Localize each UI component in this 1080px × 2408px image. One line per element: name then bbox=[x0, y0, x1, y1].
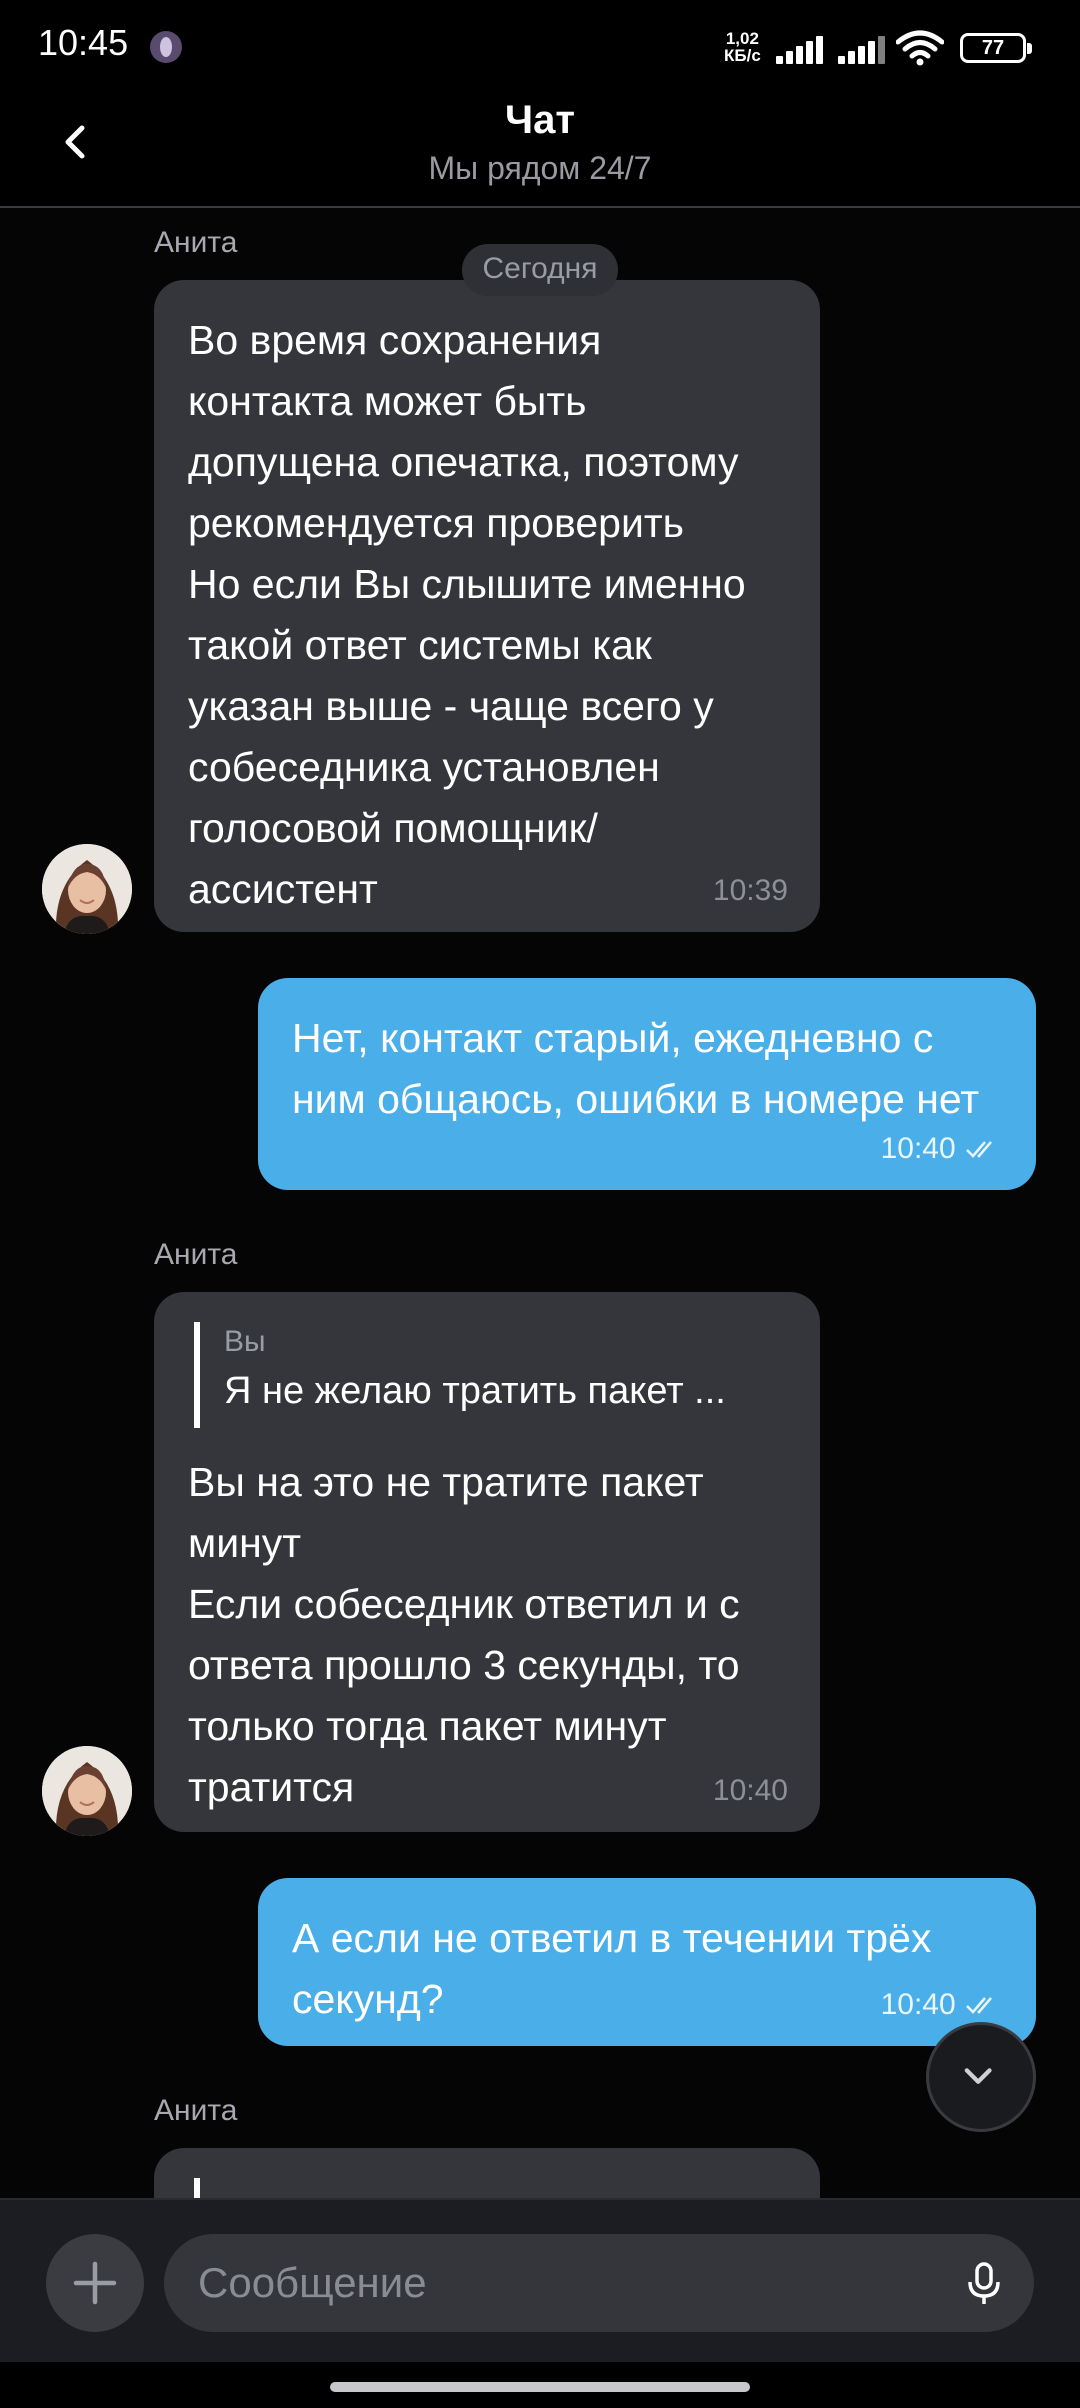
app-notification-icon bbox=[150, 31, 182, 63]
signal-icon bbox=[776, 36, 826, 64]
message-list[interactable]: Анита Во время сохранения контакта может… bbox=[0, 210, 1080, 2198]
attach-button[interactable] bbox=[46, 2234, 144, 2332]
message-time: 10:40 bbox=[881, 1988, 998, 2022]
wifi-icon bbox=[896, 30, 944, 66]
battery-icon: 77 bbox=[960, 33, 1032, 63]
sender-name: Анита bbox=[154, 1238, 238, 1271]
message-text: Вы на это не тратите пакет минут Если со… bbox=[188, 1459, 740, 1810]
message-time: 10:39 bbox=[712, 874, 788, 907]
chat-header: Чат Мы рядом 24/7 bbox=[0, 74, 1080, 208]
page-subtitle: Мы рядом 24/7 bbox=[428, 150, 652, 186]
network-speed: 1,02 КБ/с bbox=[724, 29, 761, 65]
reply-quote[interactable]: Вы Я не желаю тратить пакет ... bbox=[194, 1322, 790, 1428]
message-text: Во время сохранения контакта может быть … bbox=[188, 317, 746, 912]
mic-icon[interactable] bbox=[964, 2262, 1004, 2306]
message-field[interactable] bbox=[164, 2234, 1034, 2332]
outgoing-message[interactable]: Нет, контакт старый, ежедневно с ним общ… bbox=[258, 978, 1036, 1190]
sender-name: Анита bbox=[154, 2094, 238, 2127]
double-check-icon bbox=[966, 1997, 992, 2014]
avatar[interactable] bbox=[42, 844, 132, 934]
status-time: 10:45 bbox=[38, 22, 129, 63]
plus-icon bbox=[73, 2261, 117, 2305]
chevron-down-icon bbox=[964, 2068, 992, 2084]
signal-icon bbox=[838, 36, 888, 64]
message-time: 10:40 bbox=[881, 1132, 998, 1166]
quote-author: Вы bbox=[224, 1325, 266, 1358]
incoming-message[interactable]: Во время сохранения контакта может быть … bbox=[154, 280, 820, 932]
incoming-message[interactable] bbox=[154, 2148, 820, 2198]
page-title: Чат bbox=[505, 98, 575, 142]
message-time: 10:40 bbox=[712, 1774, 788, 1807]
home-indicator[interactable] bbox=[330, 2382, 750, 2392]
avatar[interactable] bbox=[42, 1746, 132, 1836]
message-input[interactable] bbox=[198, 2234, 938, 2332]
scroll-down-button[interactable] bbox=[926, 2022, 1036, 2132]
reply-quote-bar bbox=[194, 2178, 200, 2198]
double-check-icon bbox=[966, 1141, 992, 1158]
status-bar: 10:45 1,02 КБ/с 77 bbox=[0, 0, 1080, 74]
incoming-message[interactable]: Вы Я не желаю тратить пакет ... Вы на эт… bbox=[154, 1292, 820, 1832]
outgoing-message[interactable]: А если не ответил в течении трёх секунд?… bbox=[258, 1878, 1036, 2046]
message-text: Нет, контакт старый, ежедневно с ним общ… bbox=[292, 1015, 980, 1122]
quote-text: Я не желаю тратить пакет ... bbox=[224, 1370, 726, 1412]
date-chip: Сегодня bbox=[462, 244, 618, 296]
sender-name: Анита bbox=[154, 226, 238, 259]
system-nav-bar bbox=[0, 2362, 1080, 2408]
message-input-bar bbox=[0, 2198, 1080, 2362]
